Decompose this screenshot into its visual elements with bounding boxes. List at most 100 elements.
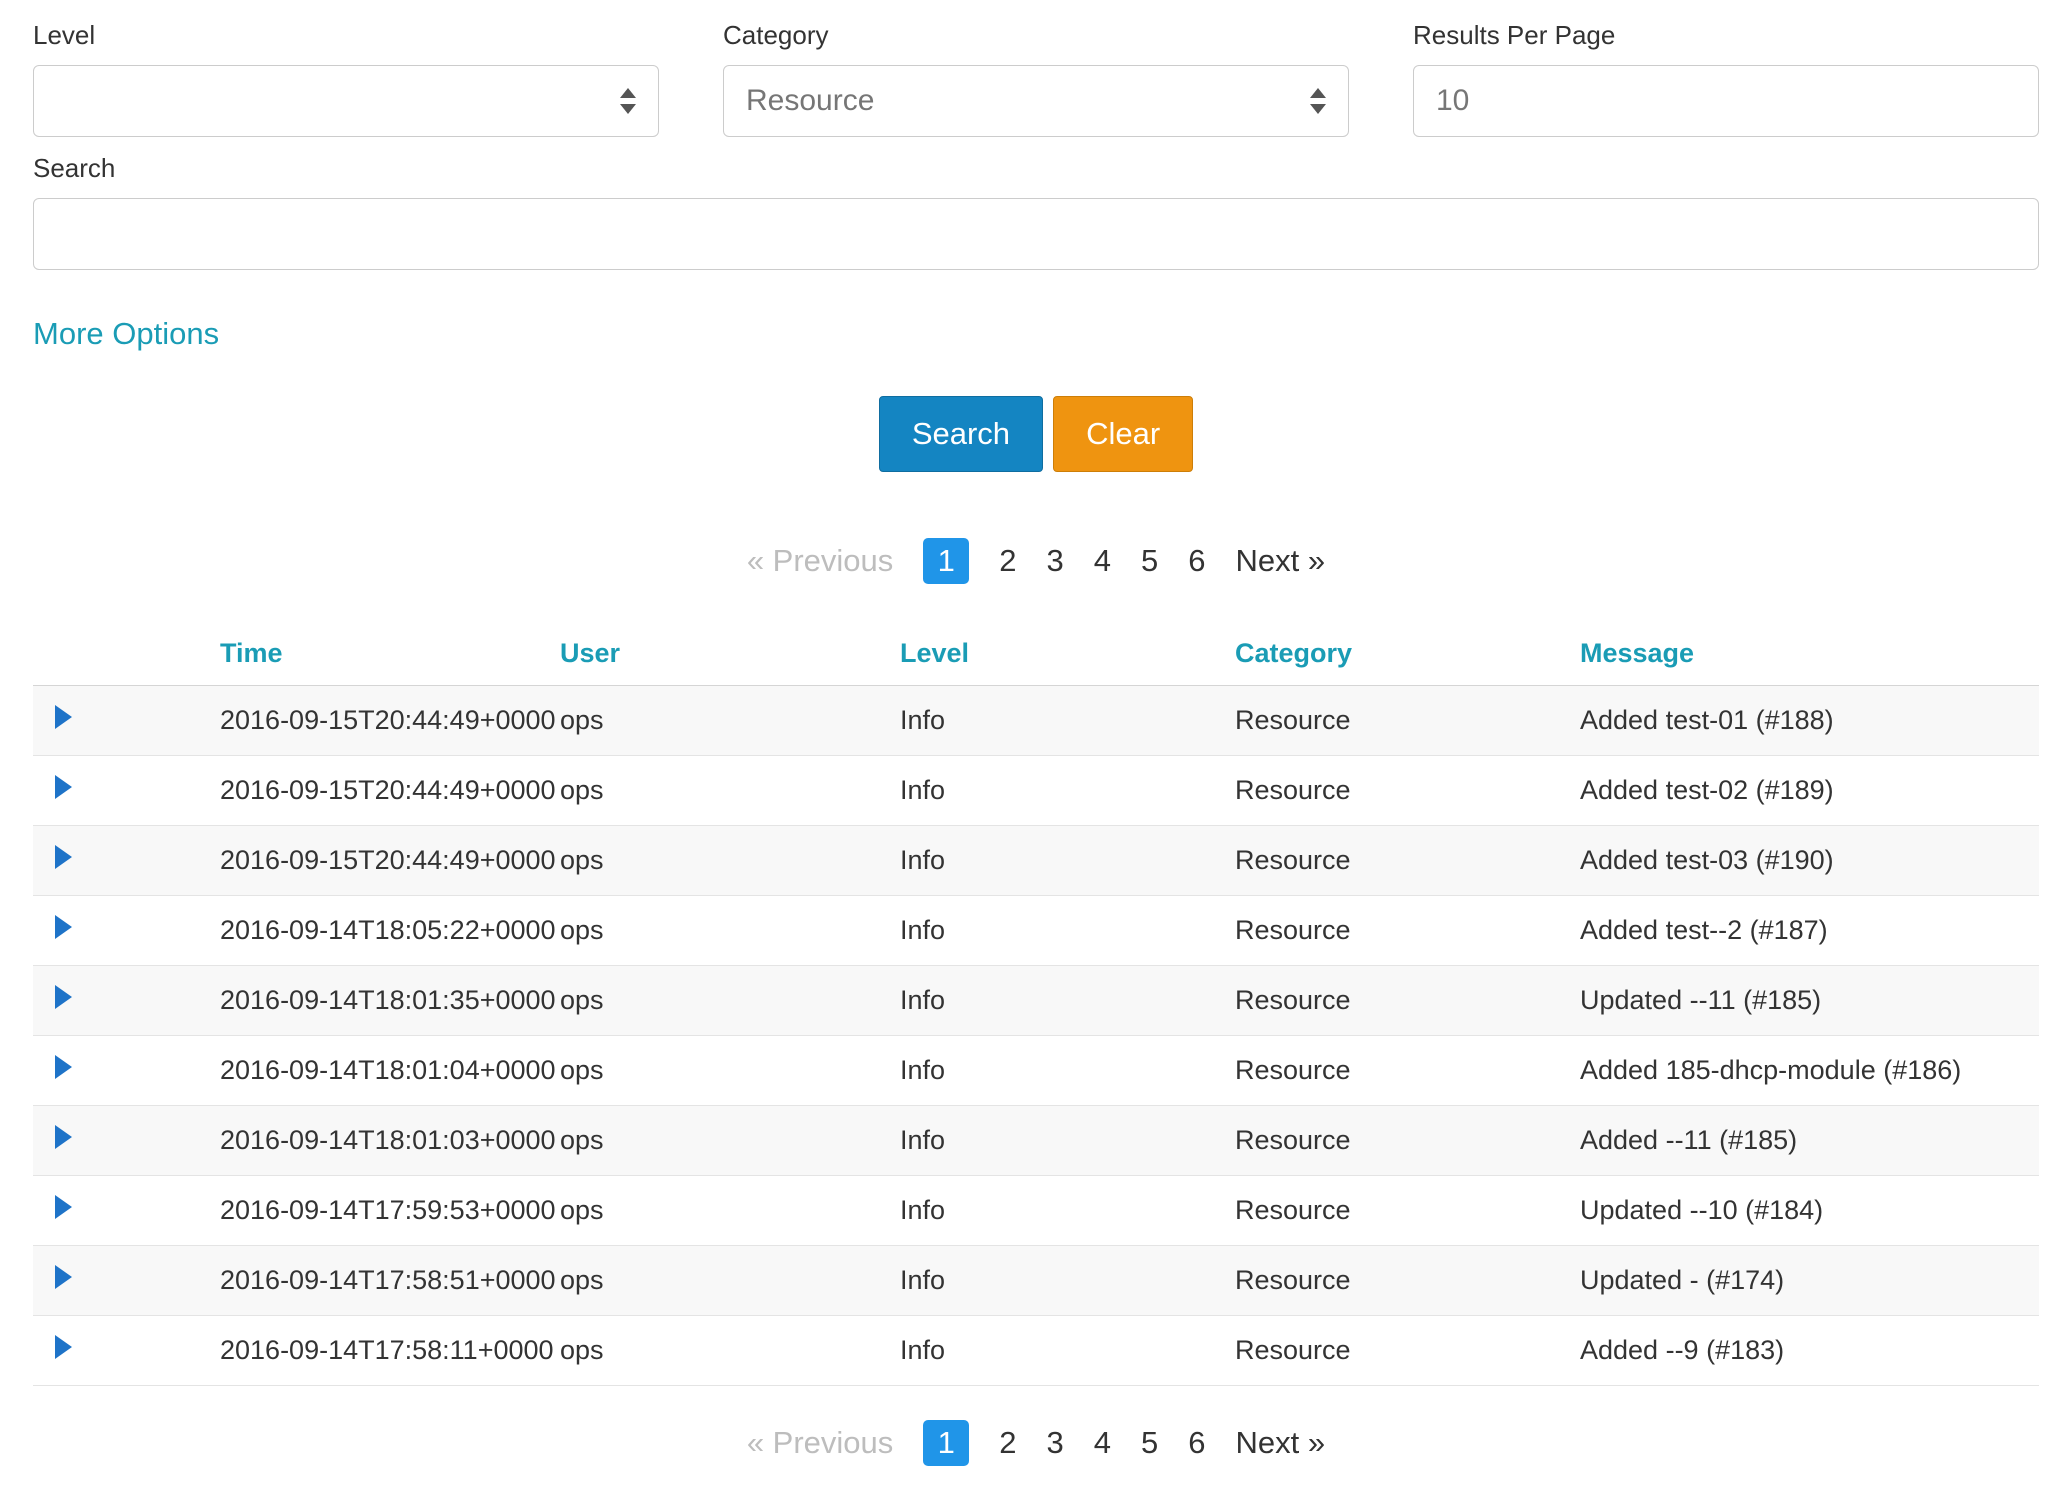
results-per-page-label: Results Per Page: [1413, 20, 2039, 51]
cell-user: ops: [560, 756, 900, 826]
cell-time: 2016-09-14T18:01:03+0000: [220, 1106, 560, 1176]
cell-message: Added 185-dhcp-module (#186): [1580, 1036, 2039, 1106]
results-per-page-input[interactable]: [1413, 65, 2039, 137]
cell-user: ops: [560, 1036, 900, 1106]
expand-row-toggle[interactable]: [33, 896, 220, 966]
cell-time: 2016-09-15T20:44:49+0000: [220, 756, 560, 826]
pagination-top: « Previous 123456 Next »: [33, 538, 2039, 584]
expand-arrow-icon: [55, 915, 72, 939]
cell-level: Info: [900, 1176, 1235, 1246]
cell-message: Added --9 (#183): [1580, 1316, 2039, 1386]
cell-category: Resource: [1235, 1246, 1580, 1316]
cell-level: Info: [900, 1036, 1235, 1106]
cell-user: ops: [560, 966, 900, 1036]
cell-level: Info: [900, 756, 1235, 826]
cell-message: Added test-01 (#188): [1580, 686, 2039, 756]
pagination-page-4[interactable]: 4: [1094, 1425, 1111, 1461]
cell-level: Info: [900, 1106, 1235, 1176]
cell-user: ops: [560, 1106, 900, 1176]
pagination-page-3[interactable]: 3: [1047, 1425, 1064, 1461]
cell-user: ops: [560, 686, 900, 756]
pagination-pages: 123456: [923, 1420, 1205, 1466]
expand-arrow-icon: [55, 1125, 72, 1149]
pagination-page-4[interactable]: 4: [1094, 543, 1111, 579]
search-button[interactable]: Search: [879, 396, 1043, 472]
expand-arrow-icon: [55, 775, 72, 799]
pagination-page-2[interactable]: 2: [999, 1425, 1016, 1461]
expand-row-toggle[interactable]: [33, 1106, 220, 1176]
table-row: 2016-09-14T18:05:22+0000opsInfoResourceA…: [33, 896, 2039, 966]
clear-button[interactable]: Clear: [1053, 396, 1193, 472]
search-block: Search: [33, 153, 2039, 270]
pagination-page-6[interactable]: 6: [1188, 1425, 1205, 1461]
column-header-level[interactable]: Level: [900, 622, 1235, 686]
table-row: 2016-09-14T17:58:51+0000opsInfoResourceU…: [33, 1246, 2039, 1316]
cell-user: ops: [560, 826, 900, 896]
cell-time: 2016-09-14T18:05:22+0000: [220, 896, 560, 966]
column-header-user[interactable]: User: [560, 622, 900, 686]
category-select-value: Resource: [746, 84, 1298, 118]
pagination-page-3[interactable]: 3: [1047, 543, 1064, 579]
cell-time: 2016-09-14T17:59:53+0000: [220, 1176, 560, 1246]
filters-row: Level Category Resource Results Per Page: [33, 20, 2039, 137]
cell-category: Resource: [1235, 756, 1580, 826]
cell-category: Resource: [1235, 1106, 1580, 1176]
table-row: 2016-09-15T20:44:49+0000opsInfoResourceA…: [33, 826, 2039, 896]
expand-arrow-icon: [55, 985, 72, 1009]
table-row: 2016-09-14T17:58:11+0000opsInfoResourceA…: [33, 1316, 2039, 1386]
table-row: 2016-09-14T18:01:35+0000opsInfoResourceU…: [33, 966, 2039, 1036]
pagination-page-6[interactable]: 6: [1188, 543, 1205, 579]
category-filter: Category Resource: [723, 20, 1349, 137]
cell-category: Resource: [1235, 1316, 1580, 1386]
cell-time: 2016-09-15T20:44:49+0000: [220, 826, 560, 896]
cell-level: Info: [900, 826, 1235, 896]
expand-arrow-icon: [55, 1265, 72, 1289]
expand-row-toggle[interactable]: [33, 686, 220, 756]
cell-message: Added test-03 (#190): [1580, 826, 2039, 896]
cell-category: Resource: [1235, 686, 1580, 756]
column-header-message[interactable]: Message: [1580, 622, 2039, 686]
cell-level: Info: [900, 896, 1235, 966]
pagination-page-2[interactable]: 2: [999, 543, 1016, 579]
cell-message: Added --11 (#185): [1580, 1106, 2039, 1176]
expand-column-header: [33, 622, 220, 686]
table-row: 2016-09-14T17:59:53+0000opsInfoResourceU…: [33, 1176, 2039, 1246]
column-header-category[interactable]: Category: [1235, 622, 1580, 686]
expand-row-toggle[interactable]: [33, 1316, 220, 1386]
pagination-page-1[interactable]: 1: [923, 1420, 969, 1466]
level-select[interactable]: [33, 65, 659, 137]
cell-category: Resource: [1235, 826, 1580, 896]
log-table-body: 2016-09-15T20:44:49+0000opsInfoResourceA…: [33, 686, 2039, 1386]
level-label: Level: [33, 20, 659, 51]
pagination-next[interactable]: Next »: [1236, 543, 1326, 579]
cell-level: Info: [900, 1246, 1235, 1316]
expand-arrow-icon: [55, 1055, 72, 1079]
search-input[interactable]: [33, 198, 2039, 270]
audit-log-page: Level Category Resource Results Per Page…: [0, 0, 2072, 1506]
more-options-link[interactable]: More Options: [33, 316, 219, 352]
column-header-time[interactable]: Time: [220, 622, 560, 686]
pagination-page-1[interactable]: 1: [923, 538, 969, 584]
pagination-page-5[interactable]: 5: [1141, 1425, 1158, 1461]
expand-row-toggle[interactable]: [33, 1036, 220, 1106]
cell-user: ops: [560, 1316, 900, 1386]
pagination-next[interactable]: Next »: [1236, 1425, 1326, 1461]
expand-row-toggle[interactable]: [33, 966, 220, 1036]
expand-row-toggle[interactable]: [33, 1176, 220, 1246]
log-table: Time User Level Category Message 2016-09…: [33, 622, 2039, 1386]
table-row: 2016-09-15T20:44:49+0000opsInfoResourceA…: [33, 756, 2039, 826]
expand-row-toggle[interactable]: [33, 756, 220, 826]
cell-user: ops: [560, 1176, 900, 1246]
expand-row-toggle[interactable]: [33, 826, 220, 896]
cell-time: 2016-09-15T20:44:49+0000: [220, 686, 560, 756]
cell-user: ops: [560, 1246, 900, 1316]
level-filter: Level: [33, 20, 659, 137]
category-select[interactable]: Resource: [723, 65, 1349, 137]
button-row: Search Clear: [33, 396, 2039, 472]
table-row: 2016-09-14T18:01:04+0000opsInfoResourceA…: [33, 1036, 2039, 1106]
pagination-previous[interactable]: « Previous: [747, 543, 893, 579]
pagination-page-5[interactable]: 5: [1141, 543, 1158, 579]
pagination-previous[interactable]: « Previous: [747, 1425, 893, 1461]
table-header-row: Time User Level Category Message: [33, 622, 2039, 686]
expand-row-toggle[interactable]: [33, 1246, 220, 1316]
